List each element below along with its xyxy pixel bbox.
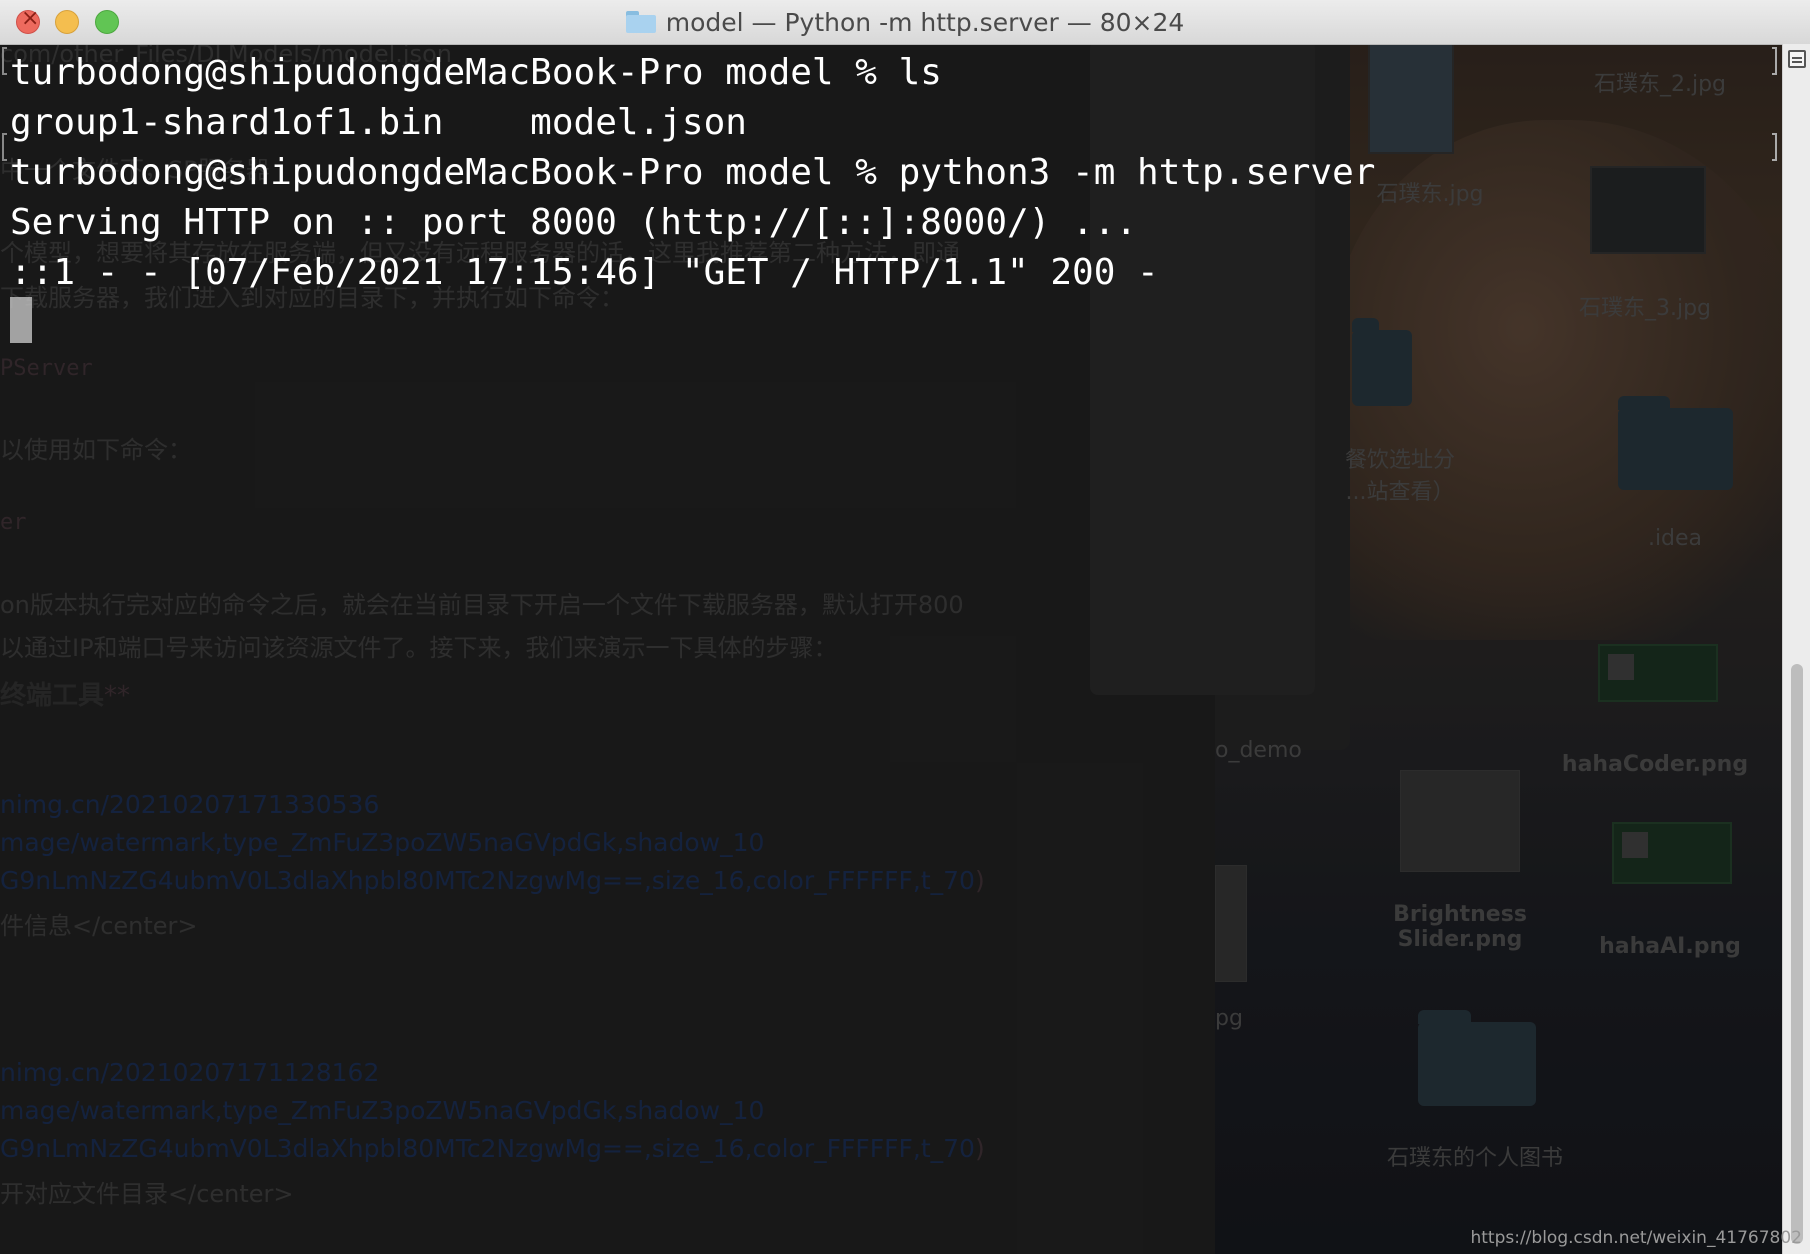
mark-bracket-left xyxy=(2,47,7,75)
terminal-scrollbar[interactable] xyxy=(1782,44,1810,1254)
mark-bracket-right xyxy=(1772,133,1777,161)
mark-bracket-left xyxy=(2,133,7,161)
terminal-output: turbodong@shipudongdeMacBook-Pro model %… xyxy=(10,48,1375,298)
scrollbar-thumb[interactable] xyxy=(1791,664,1803,1244)
terminal-line: group1-shard1of1.bin model.json xyxy=(10,102,747,143)
window-title-wrap: model — Python -m http.server — 80×24 xyxy=(0,0,1810,44)
window-title: model — Python -m http.server — 80×24 xyxy=(665,7,1185,37)
terminal-line: turbodong@shipudongdeMacBook-Pro model %… xyxy=(10,152,1376,193)
split-pane-icon[interactable] xyxy=(1788,50,1806,68)
mark-bracket-right xyxy=(1772,47,1777,75)
terminal-line: turbodong@shipudongdeMacBook-Pro model %… xyxy=(10,52,942,93)
terminal-cursor xyxy=(10,297,32,343)
watermark-url: https://blog.csdn.net/weixin_41767802 xyxy=(1470,1228,1802,1248)
terminal-line: Serving HTTP on :: port 8000 (http://[::… xyxy=(10,202,1138,243)
folder-icon xyxy=(625,11,656,33)
terminal-content[interactable]: turbodong@shipudongdeMacBook-Pro model %… xyxy=(0,45,1782,1254)
window-titlebar[interactable]: model — Python -m http.server — 80×24 xyxy=(0,0,1810,45)
terminal-line: ::1 - - [07/Feb/2021 17:15:46] "GET / HT… xyxy=(10,252,1159,293)
